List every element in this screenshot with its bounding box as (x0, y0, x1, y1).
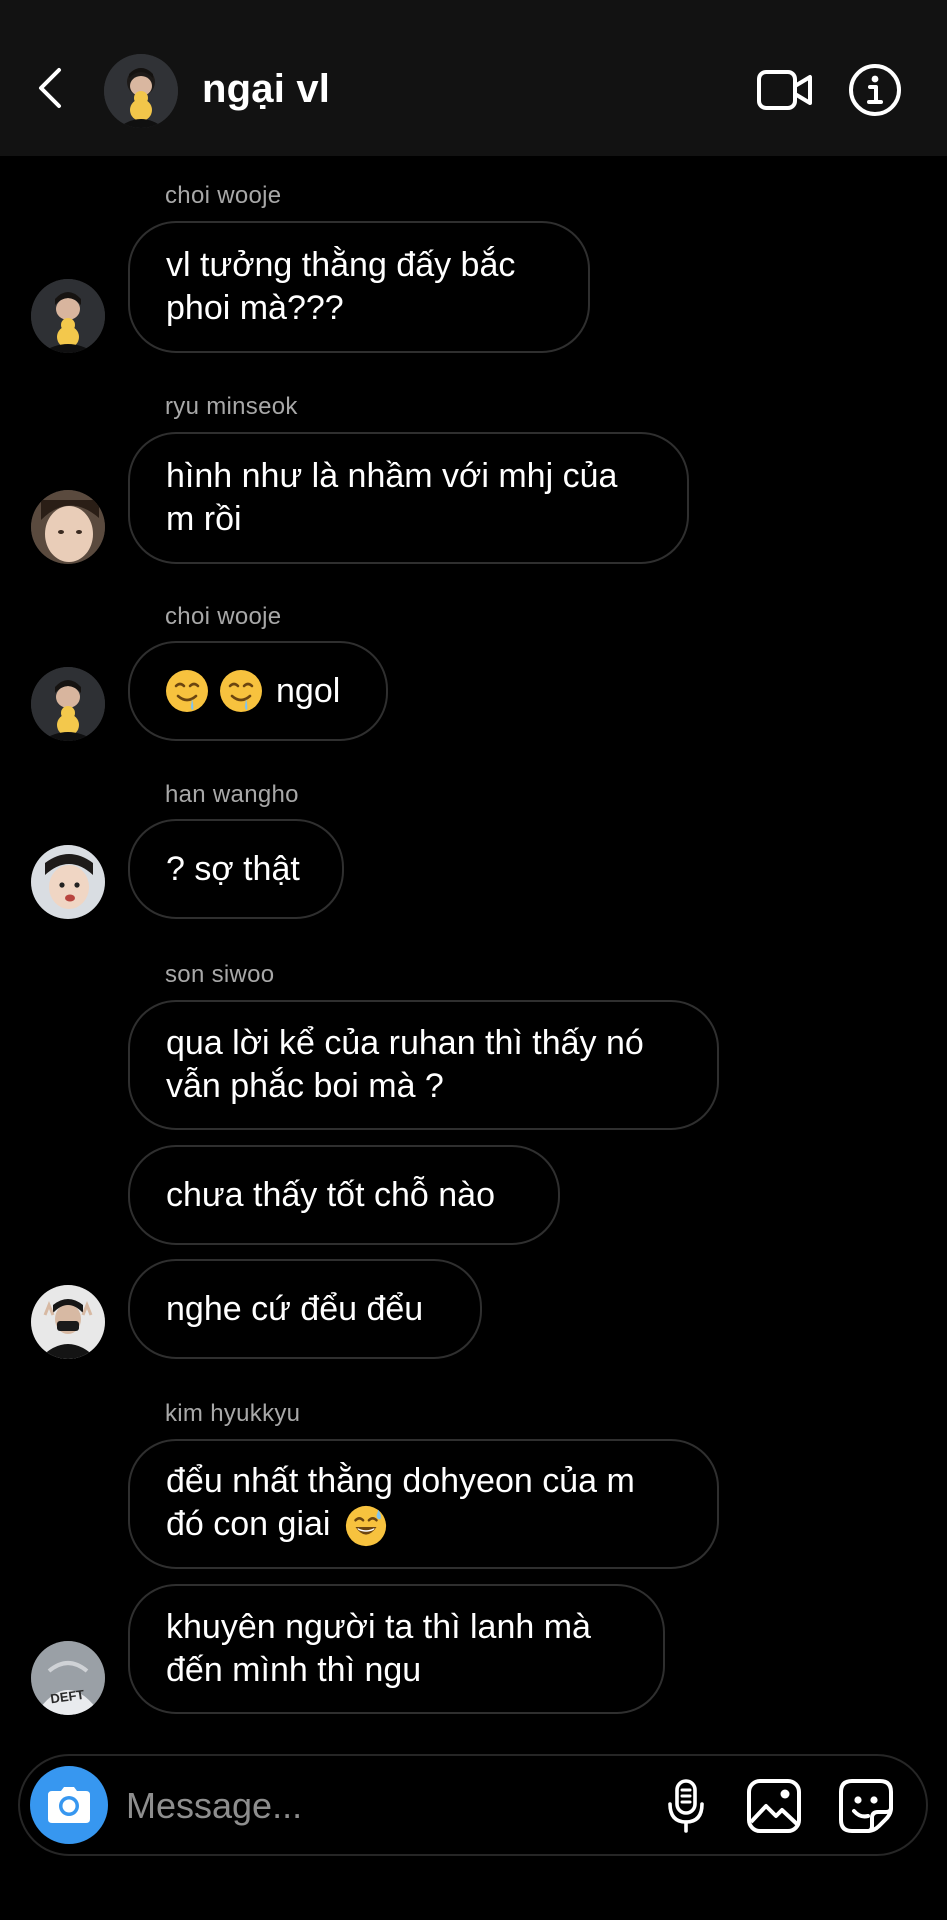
avatar-image (31, 1285, 105, 1359)
avatar[interactable]: DEFT (31, 1641, 105, 1715)
message-bubble[interactable]: vl tưởng thằng đấy bắc phoi mà??? (128, 221, 590, 353)
avatar[interactable] (31, 1285, 105, 1359)
info-icon (849, 64, 901, 116)
microphone-icon (668, 1779, 704, 1833)
voice-message-button[interactable] (656, 1776, 716, 1836)
gallery-button[interactable] (744, 1776, 804, 1836)
message-text: ngol (276, 671, 341, 710)
avatar[interactable] (31, 490, 105, 564)
sender-name: han wangho (165, 781, 299, 808)
camera-icon (48, 1787, 90, 1823)
message-bubble[interactable]: ngol (128, 641, 388, 741)
drooling-face-icon (220, 670, 262, 712)
message-text: ? sợ thật (166, 849, 300, 888)
back-button[interactable] (30, 62, 70, 114)
message-bubble[interactable]: nghe cứ đểu đểu (128, 1259, 482, 1359)
avatar-image: DEFT (31, 1641, 105, 1715)
chat-title[interactable]: ngại vl (202, 67, 330, 112)
sender-name: kim hyukkyu (165, 1400, 301, 1427)
message-text: vl tưởng thằng đấy bắc phoi mà??? (166, 246, 516, 327)
avatar-image (31, 845, 105, 919)
sender-name: choi wooje (165, 182, 282, 209)
message-bubble[interactable]: chưa thấy tốt chỗ nào (128, 1145, 560, 1245)
avatar-image (31, 279, 105, 353)
chat-header: ngại vl (0, 0, 947, 156)
gallery-icon (747, 1779, 801, 1833)
grinning-sweat-face-icon (345, 1505, 387, 1547)
sender-name: ryu minseok (165, 393, 298, 420)
camera-button[interactable] (30, 1766, 108, 1844)
message-input[interactable] (124, 1778, 548, 1834)
avatar[interactable] (31, 845, 105, 919)
message-text: chưa thấy tốt chỗ nào (166, 1175, 495, 1214)
sticker-button[interactable] (836, 1776, 896, 1836)
avatar[interactable] (31, 279, 105, 353)
message-bubble[interactable]: đểu nhất thằng dohyeon của m đó con giai (128, 1439, 719, 1569)
message-text: nghe cứ đểu đểu (166, 1289, 424, 1328)
message-bubble[interactable]: ? sợ thật (128, 819, 344, 919)
drooling-face-icon (166, 670, 208, 712)
group-avatar[interactable] (104, 54, 178, 128)
info-button[interactable] (848, 63, 902, 117)
chevron-left-icon (39, 68, 61, 108)
sticker-icon (839, 1779, 893, 1833)
video-call-button[interactable] (756, 66, 814, 114)
sender-name: choi wooje (165, 603, 282, 630)
message-text: hình như là nhầm với mhj của m rồi (166, 457, 618, 538)
message-bubble[interactable]: hình như là nhầm với mhj của m rồi (128, 432, 689, 564)
avatar[interactable] (31, 667, 105, 741)
avatar-image (31, 490, 105, 564)
message-text: đểu nhất thằng dohyeon của m đó con giai (166, 1460, 635, 1548)
message-text: khuyên người ta thì lanh mà đến mình thì… (166, 1608, 591, 1689)
message-bubble[interactable]: khuyên người ta thì lanh mà đến mình thì… (128, 1584, 665, 1714)
sender-name: son siwoo (165, 961, 275, 988)
message-bubble[interactable]: qua lời kể của ruhan thì thấy nó vẫn phắ… (128, 1000, 719, 1130)
group-avatar-image (104, 54, 178, 128)
avatar-image (31, 667, 105, 741)
message-text: qua lời kể của ruhan thì thấy nó vẫn phắ… (166, 1024, 644, 1105)
message-composer (18, 1754, 928, 1856)
video-call-icon (757, 70, 812, 110)
